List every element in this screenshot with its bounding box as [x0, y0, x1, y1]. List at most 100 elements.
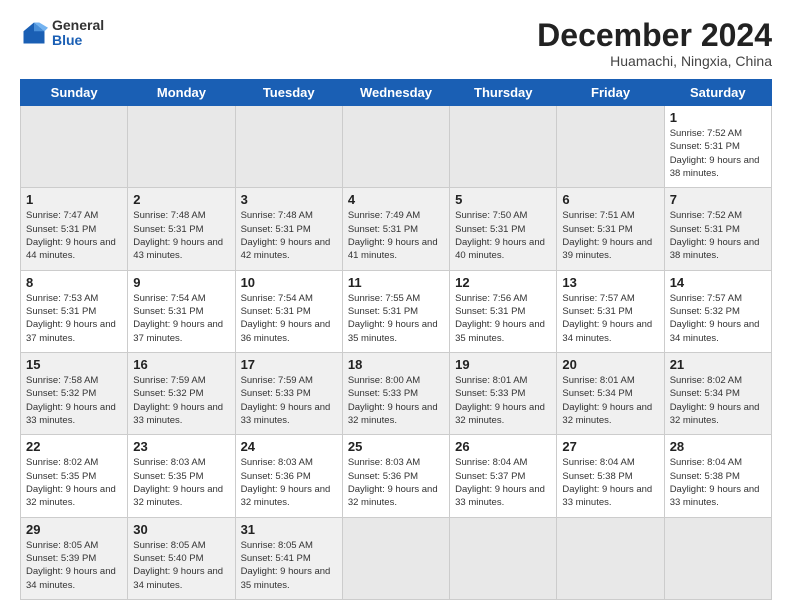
day-info: Sunrise: 8:02 AMSunset: 5:34 PMDaylight:…: [670, 374, 766, 427]
logo-blue: Blue: [52, 33, 104, 48]
logo-icon: [20, 19, 48, 47]
day-info: Sunrise: 8:03 AMSunset: 5:36 PMDaylight:…: [241, 456, 337, 509]
calendar-cell: 27Sunrise: 8:04 AMSunset: 5:38 PMDayligh…: [557, 435, 664, 517]
calendar-cell: 29 Sunrise: 8:05 AMSunset: 5:39 PMDayligh…: [21, 517, 128, 599]
calendar-cell: 17 Sunrise: 7:59 AMSunset: 5:33 PMDayligh…: [235, 353, 342, 435]
day-info: Sunrise: 7:50 AMSunset: 5:31 PMDaylight:…: [455, 209, 551, 262]
day-number: 20: [562, 357, 658, 372]
calendar-cell: [128, 106, 235, 188]
day-info: Sunrise: 8:05 AMSunset: 5:39 PMDaylight:…: [26, 539, 122, 592]
calendar-cell: 20 Sunrise: 8:01 AMSunset: 5:34 PMDayligh…: [557, 353, 664, 435]
calendar-cell: 14Sunrise: 7:57 AMSunset: 5:32 PMDayligh…: [664, 270, 771, 352]
calendar-cell: 1 Sunrise: 7:52 AMSunset: 5:31 PMDaylight…: [664, 106, 771, 188]
day-number: 29: [26, 522, 122, 537]
day-number: 10: [241, 275, 337, 290]
day-number: 8: [26, 275, 122, 290]
calendar-cell: 1Sunrise: 7:47 AMSunset: 5:31 PMDaylight…: [21, 188, 128, 270]
day-info: Sunrise: 8:00 AMSunset: 5:33 PMDaylight:…: [348, 374, 444, 427]
calendar-cell: 11 Sunrise: 7:55 AMSunset: 5:31 PMDayligh…: [342, 270, 449, 352]
calendar-cell: [342, 517, 449, 599]
calendar-cell: 7 Sunrise: 7:52 AMSunset: 5:31 PMDaylight…: [664, 188, 771, 270]
day-info: Sunrise: 8:01 AMSunset: 5:34 PMDaylight:…: [562, 374, 658, 427]
day-number: 23: [133, 439, 229, 454]
day-header-saturday: Saturday: [664, 80, 771, 106]
day-number: 14: [670, 275, 766, 290]
day-number: 24: [241, 439, 337, 454]
day-number: 19: [455, 357, 551, 372]
day-header-wednesday: Wednesday: [342, 80, 449, 106]
day-info: Sunrise: 7:58 AMSunset: 5:32 PMDaylight:…: [26, 374, 122, 427]
calendar-cell: [557, 517, 664, 599]
day-number: 7: [670, 192, 766, 207]
calendar-cell: 31 Sunrise: 8:05 AMSunset: 5:41 PMDayligh…: [235, 517, 342, 599]
day-number: 13: [562, 275, 658, 290]
calendar-table: SundayMondayTuesdayWednesdayThursdayFrid…: [20, 79, 772, 600]
day-number: 30: [133, 522, 229, 537]
calendar-row: 8Sunrise: 7:53 AMSunset: 5:31 PMDaylight…: [21, 270, 772, 352]
day-info: Sunrise: 8:05 AMSunset: 5:41 PMDaylight:…: [241, 539, 337, 592]
calendar-cell: 18 Sunrise: 8:00 AMSunset: 5:33 PMDayligh…: [342, 353, 449, 435]
location: Huamachi, Ningxia, China: [537, 53, 772, 69]
calendar-cell: 24 Sunrise: 8:03 AMSunset: 5:36 PMDayligh…: [235, 435, 342, 517]
day-header-thursday: Thursday: [450, 80, 557, 106]
day-info: Sunrise: 7:59 AMSunset: 5:33 PMDaylight:…: [241, 374, 337, 427]
day-info: Sunrise: 8:03 AMSunset: 5:36 PMDaylight:…: [348, 456, 444, 509]
calendar-cell: [21, 106, 128, 188]
day-number: 1: [26, 192, 122, 207]
day-info: Sunrise: 7:54 AMSunset: 5:31 PMDaylight:…: [133, 292, 229, 345]
day-number: 2: [133, 192, 229, 207]
day-header-monday: Monday: [128, 80, 235, 106]
calendar-cell: 10 Sunrise: 7:54 AMSunset: 5:31 PMDayligh…: [235, 270, 342, 352]
day-info: Sunrise: 7:57 AMSunset: 5:31 PMDaylight:…: [562, 292, 658, 345]
day-number: 26: [455, 439, 551, 454]
calendar-cell: 6Sunrise: 7:51 AMSunset: 5:31 PMDaylight…: [557, 188, 664, 270]
day-info: Sunrise: 7:51 AMSunset: 5:31 PMDaylight:…: [562, 209, 658, 262]
calendar-cell: 16 Sunrise: 7:59 AMSunset: 5:32 PMDayligh…: [128, 353, 235, 435]
day-info: Sunrise: 7:52 AMSunset: 5:31 PMDaylight:…: [670, 209, 766, 262]
day-info: Sunrise: 7:54 AMSunset: 5:31 PMDaylight:…: [241, 292, 337, 345]
day-number: 9: [133, 275, 229, 290]
logo-general: General: [52, 18, 104, 33]
day-info: Sunrise: 7:48 AMSunset: 5:31 PMDaylight:…: [133, 209, 229, 262]
day-info: Sunrise: 7:48 AMSunset: 5:31 PMDaylight:…: [241, 209, 337, 262]
calendar-cell: 3 Sunrise: 7:48 AMSunset: 5:31 PMDaylight…: [235, 188, 342, 270]
calendar-row: 15 Sunrise: 7:58 AMSunset: 5:32 PMDayligh…: [21, 353, 772, 435]
day-number: 15: [26, 357, 122, 372]
day-number: 18: [348, 357, 444, 372]
calendar-row: 22Sunrise: 8:02 AMSunset: 5:35 PMDayligh…: [21, 435, 772, 517]
day-number: 1: [670, 110, 766, 125]
day-header-friday: Friday: [557, 80, 664, 106]
calendar-cell: 8Sunrise: 7:53 AMSunset: 5:31 PMDaylight…: [21, 270, 128, 352]
calendar-cell: 9 Sunrise: 7:54 AMSunset: 5:31 PMDaylight…: [128, 270, 235, 352]
day-number: 4: [348, 192, 444, 207]
day-info: Sunrise: 7:59 AMSunset: 5:32 PMDaylight:…: [133, 374, 229, 427]
day-info: Sunrise: 8:03 AMSunset: 5:35 PMDaylight:…: [133, 456, 229, 509]
calendar-cell: 28Sunrise: 8:04 AMSunset: 5:38 PMDayligh…: [664, 435, 771, 517]
calendar-cell: 30Sunrise: 8:05 AMSunset: 5:40 PMDayligh…: [128, 517, 235, 599]
day-number: 12: [455, 275, 551, 290]
day-number: 17: [241, 357, 337, 372]
calendar-cell: [450, 517, 557, 599]
day-info: Sunrise: 7:52 AMSunset: 5:31 PMDaylight:…: [670, 127, 766, 180]
day-info: Sunrise: 8:04 AMSunset: 5:38 PMDaylight:…: [562, 456, 658, 509]
calendar-cell: [450, 106, 557, 188]
calendar-cell: 5Sunrise: 7:50 AMSunset: 5:31 PMDaylight…: [450, 188, 557, 270]
calendar-cell: 15 Sunrise: 7:58 AMSunset: 5:32 PMDayligh…: [21, 353, 128, 435]
logo: General Blue: [20, 18, 104, 49]
day-header-sunday: Sunday: [21, 80, 128, 106]
day-number: 16: [133, 357, 229, 372]
day-info: Sunrise: 8:01 AMSunset: 5:33 PMDaylight:…: [455, 374, 551, 427]
day-number: 31: [241, 522, 337, 537]
day-info: Sunrise: 7:55 AMSunset: 5:31 PMDaylight:…: [348, 292, 444, 345]
calendar-cell: 13 Sunrise: 7:57 AMSunset: 5:31 PMDayligh…: [557, 270, 664, 352]
day-number: 11: [348, 275, 444, 290]
calendar-cell: 4 Sunrise: 7:49 AMSunset: 5:31 PMDaylight…: [342, 188, 449, 270]
calendar-cell: 19 Sunrise: 8:01 AMSunset: 5:33 PMDayligh…: [450, 353, 557, 435]
calendar-row: 1 Sunrise: 7:52 AMSunset: 5:31 PMDaylight…: [21, 106, 772, 188]
calendar-cell: [342, 106, 449, 188]
title-block: December 2024 Huamachi, Ningxia, China: [537, 18, 772, 69]
day-info: Sunrise: 7:49 AMSunset: 5:31 PMDaylight:…: [348, 209, 444, 262]
day-number: 3: [241, 192, 337, 207]
calendar-cell: [664, 517, 771, 599]
calendar-cell: 22Sunrise: 8:02 AMSunset: 5:35 PMDayligh…: [21, 435, 128, 517]
